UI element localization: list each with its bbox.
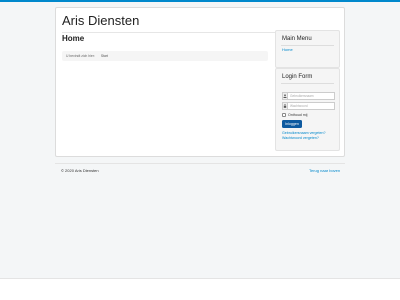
bottom-bar <box>0 278 400 300</box>
username-input[interactable] <box>287 92 335 100</box>
login-form-divider <box>281 83 334 84</box>
page-title: Home <box>62 34 85 43</box>
site-title[interactable]: Aris Diensten <box>62 13 139 28</box>
footer-copyright: © 2020 Aris Diensten <box>61 168 99 173</box>
remember-me-label[interactable]: Onthoud mij <box>288 113 307 117</box>
forgot-username-link[interactable]: Gebruikersnaam vergeten? <box>282 131 326 135</box>
footer-divider <box>55 163 345 164</box>
login-form-module: Login Form Onthoud mij Inloggen Gebruike… <box>275 68 340 151</box>
remember-me: Onthoud mij <box>282 113 307 117</box>
main-menu-module: Main Menu Home <box>275 30 340 68</box>
password-input[interactable] <box>287 102 335 110</box>
top-accent-bar <box>0 0 400 2</box>
breadcrumb-prefix: U bevindt zich hier: <box>66 54 95 58</box>
page-container: Aris Diensten Home U bevindt zich hier: … <box>55 7 345 157</box>
login-form-title: Login Form <box>282 74 313 80</box>
remember-me-checkbox[interactable] <box>282 113 286 117</box>
forgot-password-link[interactable]: Wachtwoord vergeten? <box>282 136 319 140</box>
back-to-top-link[interactable]: Terug naar boven <box>309 168 340 173</box>
breadcrumb: U bevindt zich hier: Start <box>62 51 268 61</box>
password-input-group <box>282 102 335 110</box>
login-button[interactable]: Inloggen <box>282 120 302 128</box>
main-menu-title: Main Menu <box>282 36 312 42</box>
menu-item-home[interactable]: Home <box>282 47 293 52</box>
main-menu-divider <box>281 45 334 46</box>
username-input-group <box>282 92 335 100</box>
breadcrumb-item-start[interactable]: Start <box>101 54 108 58</box>
